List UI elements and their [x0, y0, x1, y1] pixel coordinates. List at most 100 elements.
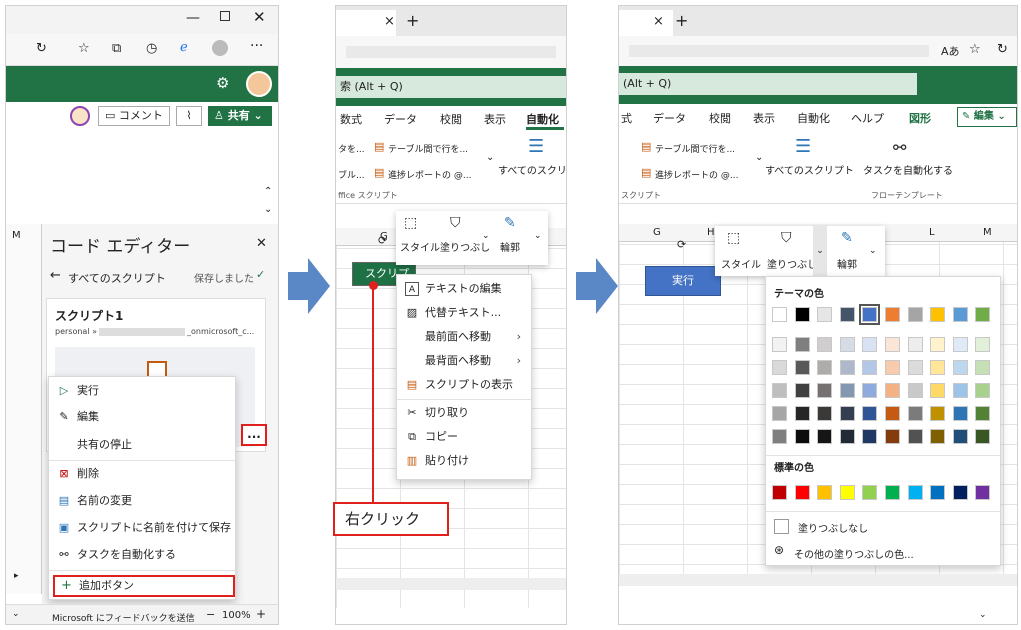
refresh-icon[interactable]: ↻: [36, 41, 47, 56]
color-swatch[interactable]: [907, 337, 923, 352]
color-swatch[interactable]: [907, 485, 923, 500]
back-link[interactable]: すべてのスクリプト: [68, 270, 166, 286]
color-swatch[interactable]: [794, 307, 810, 322]
zoom-in-button[interactable]: +: [256, 607, 266, 621]
color-swatch[interactable]: [885, 485, 900, 500]
color-swatch[interactable]: [839, 307, 855, 322]
menu-item-edit[interactable]: ✎ 編集: [49, 405, 235, 429]
outline-button[interactable]: 輪郭: [837, 256, 857, 271]
color-swatch[interactable]: [772, 360, 787, 375]
fill-button[interactable]: 塗りつぶし: [767, 256, 817, 271]
menu-item-alt-text[interactable]: ▨ 代替テキスト...: [397, 301, 531, 325]
color-swatch[interactable]: [885, 383, 900, 398]
read-aloud-icon[interactable]: Aあ: [941, 43, 960, 59]
color-swatch[interactable]: [930, 383, 946, 398]
color-swatch[interactable]: [952, 360, 968, 375]
refresh-icon[interactable]: ↻: [997, 42, 1008, 57]
edit-mode-button[interactable]: ✎ 編集 ⌄: [957, 107, 1017, 127]
search-box[interactable]: (Alt + Q): [619, 73, 917, 95]
color-swatch[interactable]: [975, 485, 991, 500]
color-swatch[interactable]: [952, 307, 968, 322]
color-swatch[interactable]: [952, 383, 968, 398]
color-swatch[interactable]: [885, 337, 900, 352]
menu-item-cut[interactable]: ✂ 切り取り: [397, 401, 531, 425]
tab-automate[interactable]: 自動化: [797, 110, 830, 126]
color-swatch[interactable]: [885, 406, 900, 421]
color-swatch[interactable]: [907, 360, 923, 375]
favorites-icon[interactable]: ☆: [78, 41, 90, 56]
tab-review[interactable]: 校閲: [440, 111, 462, 127]
gallery-item[interactable]: テーブル間で行を...: [388, 142, 468, 155]
more-icon[interactable]: ···: [250, 38, 263, 54]
gallery-item[interactable]: 進捗レポートの @...: [388, 168, 471, 181]
scroll-arrow-icon[interactable]: ▸: [14, 571, 19, 581]
zoom-out-button[interactable]: −: [206, 608, 215, 621]
menu-item-run[interactable]: ▷ 実行: [49, 379, 235, 403]
color-swatch[interactable]: [975, 429, 991, 444]
color-swatch[interactable]: [975, 383, 991, 398]
close-icon[interactable]: ✕: [253, 8, 266, 26]
color-swatch[interactable]: [930, 360, 946, 375]
favorites-icon[interactable]: ☆: [969, 42, 981, 57]
more-options-button[interactable]: ...: [241, 424, 267, 446]
gallery-item[interactable]: 進捗レポートの @...: [655, 168, 738, 181]
chevron-down-icon[interactable]: ⌄: [534, 231, 542, 241]
tab-shape[interactable]: 図形: [909, 110, 931, 126]
color-swatch[interactable]: [839, 383, 855, 398]
color-swatch[interactable]: [907, 383, 923, 398]
color-swatch[interactable]: [975, 337, 991, 352]
presence-avatar[interactable]: [70, 106, 90, 126]
color-swatch[interactable]: [952, 406, 968, 421]
history-icon[interactable]: ◷: [146, 41, 157, 56]
menu-item-save-as[interactable]: ▣ スクリプトに名前を付けて保存: [49, 516, 235, 540]
back-arrow-icon[interactable]: ←: [50, 268, 61, 283]
settings-icon[interactable]: ⚙: [216, 74, 229, 92]
new-tab-icon[interactable]: +: [675, 11, 688, 30]
outline-button[interactable]: 輪郭: [500, 239, 520, 254]
fill-button[interactable]: 塗りつぶし: [440, 239, 490, 254]
share-button[interactable]: ♙ 共有 ⌄: [208, 106, 272, 126]
color-swatch[interactable]: [930, 485, 946, 500]
color-swatch[interactable]: [952, 485, 968, 500]
color-swatch[interactable]: [862, 429, 878, 444]
all-scripts-button[interactable]: すべてのスクリプト: [765, 162, 854, 177]
color-swatch[interactable]: [817, 429, 833, 444]
more-colors-option[interactable]: ⊛ その他の塗りつぶしの色...: [772, 543, 998, 563]
color-swatch[interactable]: [839, 337, 855, 352]
outline-icon[interactable]: ✎: [504, 215, 516, 231]
style-button[interactable]: スタイル: [721, 256, 761, 271]
color-swatch[interactable]: [862, 406, 878, 421]
color-swatch[interactable]: [794, 429, 810, 444]
color-swatch[interactable]: [772, 337, 787, 352]
tab-data[interactable]: データ: [653, 110, 686, 126]
new-tab-icon[interactable]: +: [406, 11, 419, 30]
menu-item-stop-sharing[interactable]: 共有の停止: [49, 433, 235, 457]
minimize-icon[interactable]: —: [186, 10, 200, 26]
collections-icon[interactable]: ⧉: [112, 41, 121, 56]
color-swatch[interactable]: [817, 406, 833, 421]
tab-automate[interactable]: 自動化: [526, 111, 559, 127]
color-swatch[interactable]: [930, 429, 946, 444]
color-swatch[interactable]: [817, 383, 833, 398]
address-bar[interactable]: [336, 36, 566, 68]
edge-icon[interactable]: ℯ: [180, 40, 188, 55]
menu-item-add-button[interactable]: + 追加ボタン: [53, 575, 235, 597]
comment-button[interactable]: ▭ コメント: [98, 106, 170, 126]
color-swatch[interactable]: [885, 360, 900, 375]
color-swatch[interactable]: [772, 485, 787, 500]
style-icon[interactable]: ⬚: [727, 230, 740, 246]
style-icon[interactable]: ⬚: [404, 215, 417, 231]
feedback-link[interactable]: Microsoft にフィードバックを送信: [52, 611, 195, 624]
color-swatch[interactable]: [862, 337, 878, 352]
activity-button[interactable]: ⌇: [176, 106, 202, 126]
color-swatch[interactable]: [839, 406, 855, 421]
color-swatch[interactable]: [975, 406, 991, 421]
color-swatch[interactable]: [930, 337, 946, 352]
color-swatch[interactable]: [859, 304, 881, 325]
tab-close-icon[interactable]: ×: [653, 14, 664, 29]
no-fill-option[interactable]: 塗りつぶしなし: [772, 517, 998, 537]
fill-icon[interactable]: ⛉: [781, 230, 792, 246]
color-swatch[interactable]: [952, 337, 968, 352]
tab-view[interactable]: 表示: [753, 110, 775, 126]
color-swatch[interactable]: [817, 337, 833, 352]
